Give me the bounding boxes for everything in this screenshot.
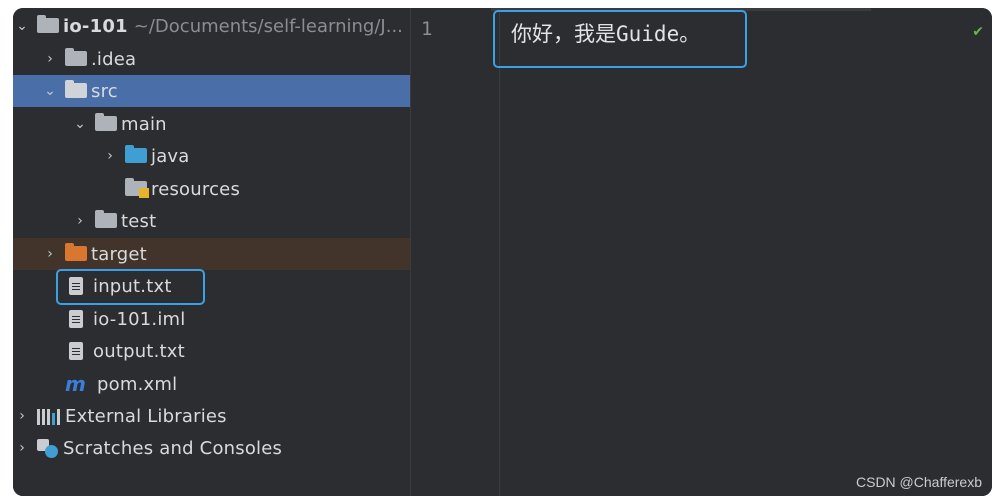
chevron-down-icon[interactable]: ⌄	[41, 83, 59, 99]
inspection-ok-icon[interactable]: ✔	[972, 24, 984, 40]
tree-root-io-101[interactable]: ⌄ io-101 ~/Documents/self-learning/J...	[13, 10, 410, 42]
tree-item-main[interactable]: ⌄ main	[13, 108, 468, 140]
excluded-folder-icon	[65, 243, 87, 263]
chevron-down-icon[interactable]: ⌄	[13, 18, 31, 34]
resources-folder-icon	[125, 178, 149, 198]
tree-item-label: Scratches and Consoles	[63, 437, 283, 459]
tree-item-test[interactable]: › test	[13, 205, 468, 237]
highlight-box-editor	[493, 10, 747, 68]
folder-icon	[95, 210, 117, 230]
root-label: io-101	[63, 15, 128, 37]
tree-item-pom-xml[interactable]: m pom.xml	[13, 368, 456, 400]
root-path: ~/Documents/self-learning/J...	[133, 15, 403, 37]
watermark: CSDN @Chafferexb	[856, 474, 982, 490]
tree-item-label: java	[151, 145, 190, 167]
tree-item-label: .idea	[91, 48, 137, 70]
tree-item-label: target	[91, 243, 147, 265]
gutter-separator	[499, 8, 500, 496]
folder-icon	[65, 80, 87, 100]
tree-item-target[interactable]: › target	[13, 238, 438, 270]
tree-item-label: main	[121, 113, 167, 135]
line-number: 1	[421, 18, 433, 40]
tree-item-io-101-iml[interactable]: io-101.iml	[13, 303, 456, 335]
module-file-icon	[65, 310, 89, 328]
text-file-icon	[65, 342, 89, 360]
maven-icon: m	[65, 372, 86, 396]
chevron-right-icon[interactable]: ›	[41, 51, 59, 67]
tree-item-src[interactable]: ⌄ src	[13, 75, 438, 107]
chevron-right-icon[interactable]: ›	[101, 148, 119, 164]
tree-item-scratches[interactable]: › Scratches and Consoles	[13, 432, 410, 464]
tree-item-label: pom.xml	[97, 373, 178, 395]
folder-icon	[65, 48, 87, 68]
chevron-right-icon[interactable]: ›	[13, 408, 31, 424]
libraries-icon	[37, 407, 61, 425]
tree-item-label: output.txt	[93, 340, 185, 362]
folder-icon	[95, 113, 117, 133]
tree-item-label: External Libraries	[65, 405, 227, 427]
tree-item-label: resources	[151, 178, 241, 200]
source-folder-icon	[125, 145, 147, 165]
project-panel: ⌄ io-101 ~/Documents/self-learning/J... …	[13, 8, 438, 496]
tree-item-label: src	[91, 80, 118, 102]
chevron-right-icon[interactable]: ›	[71, 213, 89, 229]
tree-item-external-libraries[interactable]: › External Libraries	[13, 400, 410, 432]
editor-panel: 1 你好，我是Guide。 ✔ CSDN @Chafferexb	[410, 8, 992, 496]
scratches-icon	[37, 438, 59, 458]
tree-item-label: test	[121, 210, 157, 232]
tree-item-label: io-101.iml	[93, 308, 186, 330]
chevron-right-icon[interactable]: ›	[41, 246, 59, 262]
chevron-right-icon[interactable]: ›	[13, 440, 31, 456]
chevron-down-icon[interactable]: ⌄	[71, 116, 89, 132]
highlight-box-input-txt	[56, 269, 205, 305]
tree-item-output-txt[interactable]: output.txt	[13, 335, 456, 367]
module-folder-icon	[37, 15, 59, 35]
ide-window: ⌄ io-101 ~/Documents/self-learning/J... …	[13, 8, 992, 496]
tree-item-idea[interactable]: › .idea	[13, 43, 438, 75]
